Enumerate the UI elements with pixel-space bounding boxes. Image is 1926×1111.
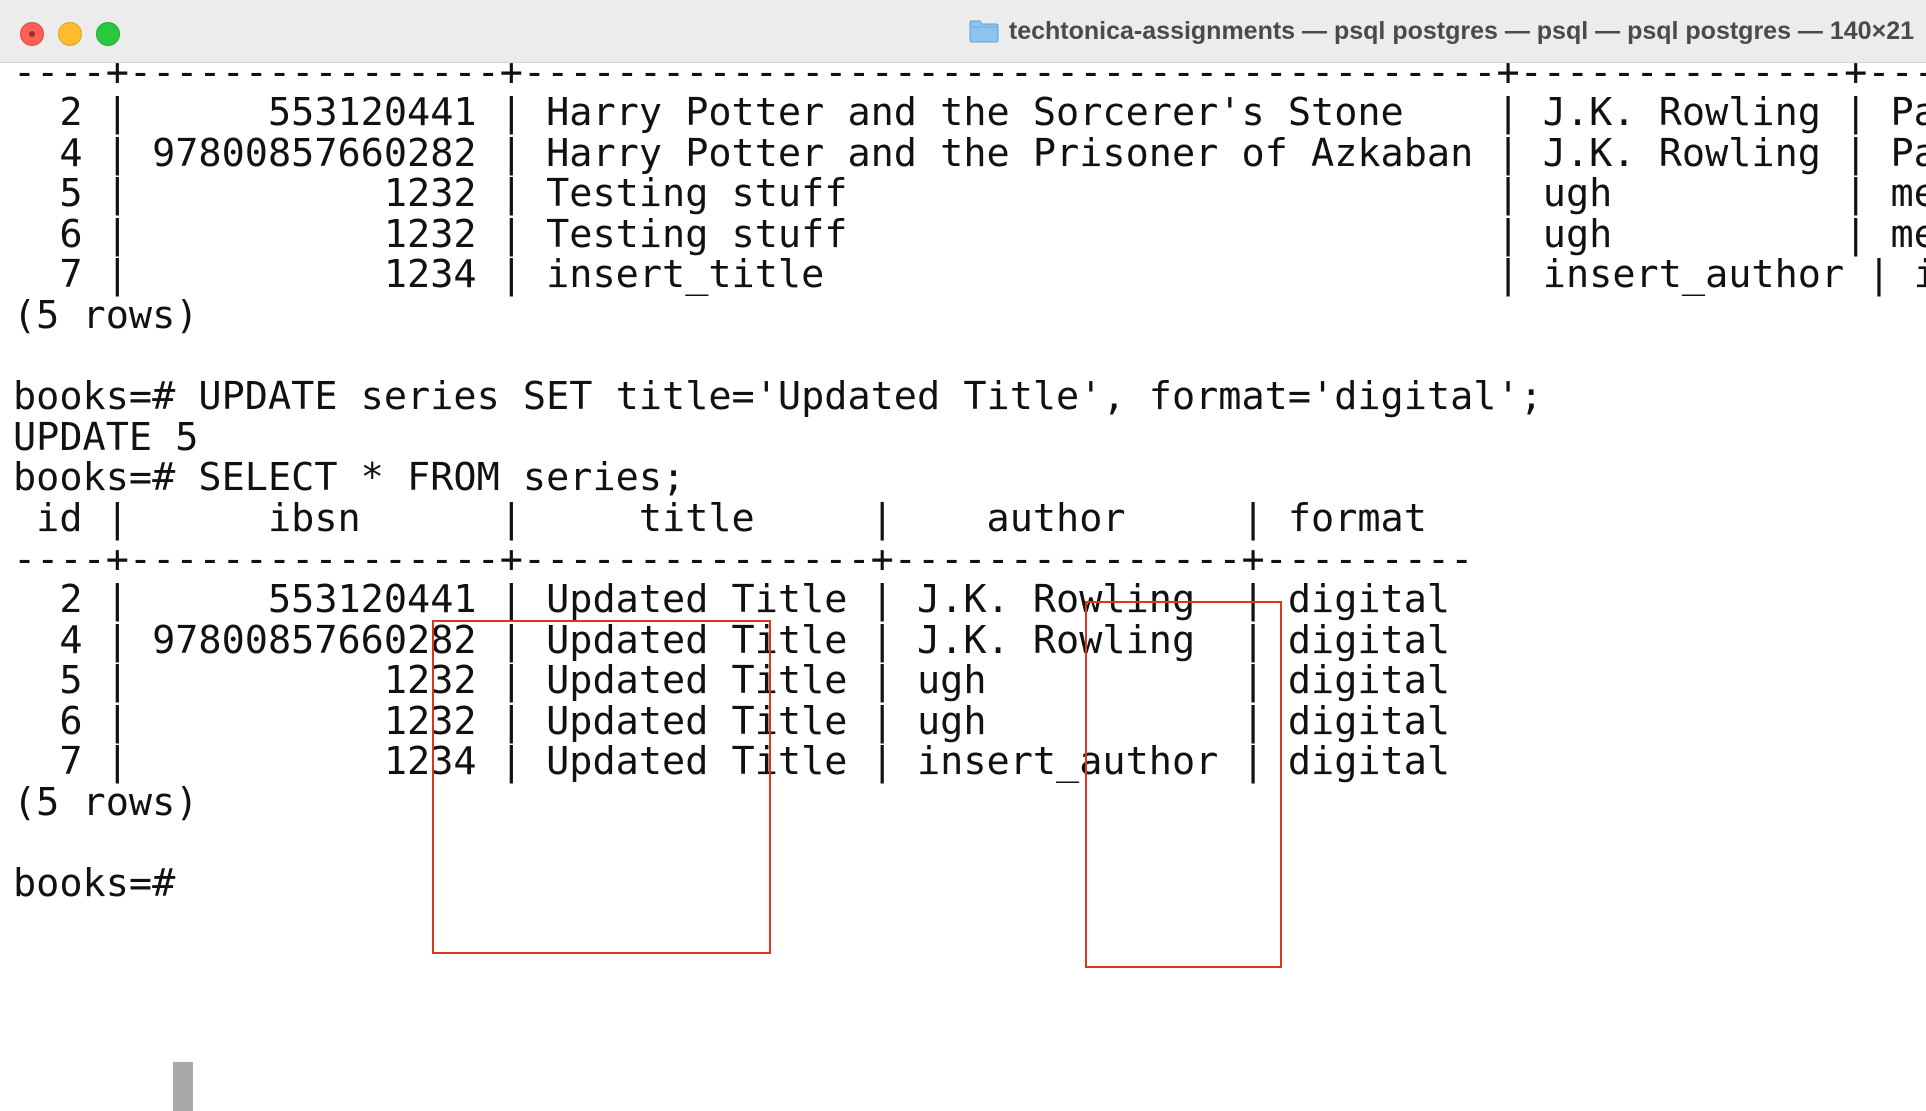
folder-icon — [969, 20, 999, 43]
window-title: techtonica-assignments — psql postgres —… — [1008, 16, 1914, 45]
text-cursor — [173, 1062, 193, 1111]
minimize-icon[interactable] — [58, 22, 82, 46]
terminal-output[interactable]: ----+----------------+------------------… — [0, 50, 1926, 1111]
terminal-window: techtonica-assignments — psql postgres —… — [0, 0, 1926, 1111]
window-title-group: techtonica-assignments — psql postgres —… — [969, 14, 1914, 48]
rows-count: (5 rows) — [13, 780, 199, 825]
update-command: books=# UPDATE series SET title='Updated… — [13, 374, 1543, 419]
close-icon[interactable] — [20, 22, 44, 46]
output-line: 7 | 1234 | insert_title | insert_author … — [59, 252, 1926, 297]
table-row: 7 | 1234 | Updated Title | insert_author… — [13, 739, 1451, 784]
maximize-icon[interactable] — [96, 22, 120, 46]
command-prompt[interactable]: books=# — [13, 860, 198, 908]
rows-count: (5 rows) — [13, 293, 199, 338]
